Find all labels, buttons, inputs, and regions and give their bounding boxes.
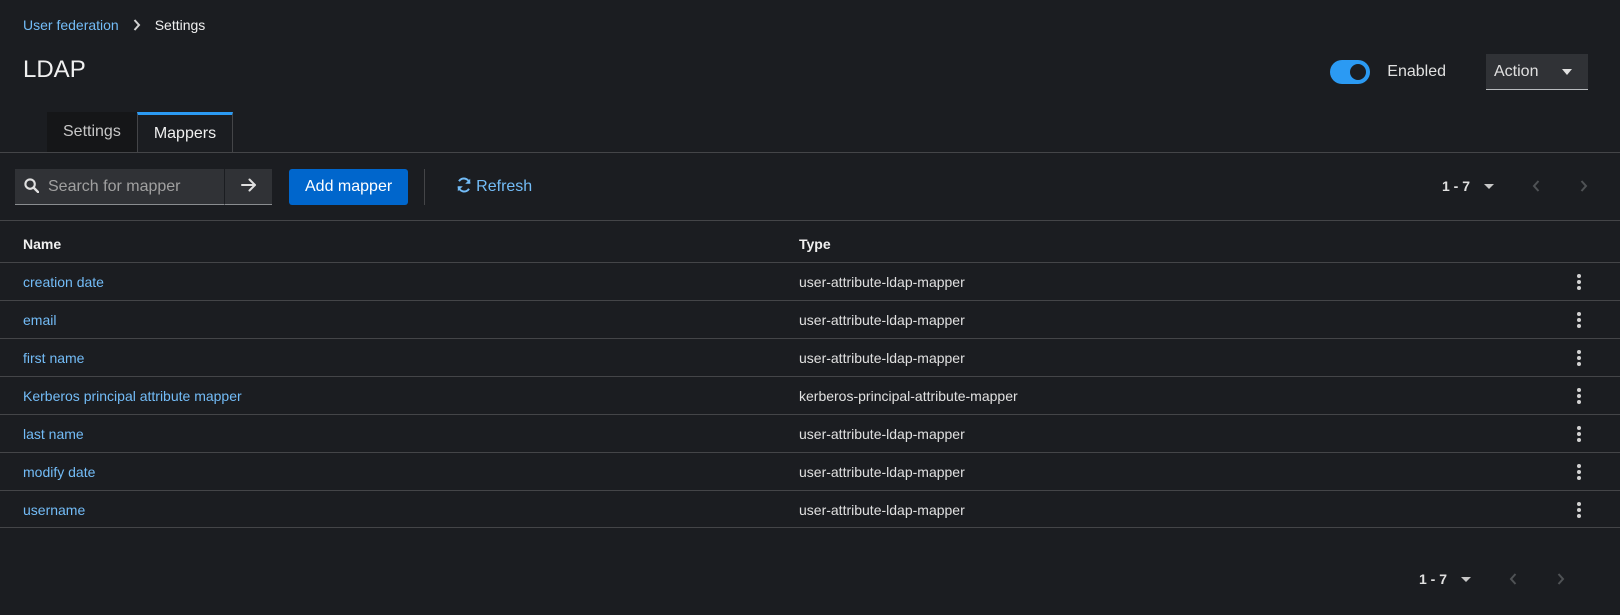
breadcrumb-user-federation-link[interactable]: User federation	[23, 17, 119, 33]
search-box[interactable]	[15, 169, 224, 205]
angle-left-icon[interactable]	[1509, 573, 1517, 585]
mapper-type: user-attribute-ldap-mapper	[799, 274, 965, 290]
breadcrumb: User federation Settings	[23, 17, 205, 33]
action-label: Action	[1494, 62, 1539, 80]
page-title: LDAP	[23, 56, 86, 83]
table-row: first name user-attribute-ldap-mapper	[0, 338, 1620, 376]
mapper-name-link[interactable]: modify date	[23, 464, 95, 480]
search-group	[15, 169, 272, 205]
arrow-right-icon	[240, 178, 257, 195]
pagination-range[interactable]: 1 - 7	[1419, 571, 1447, 587]
mapper-name-link[interactable]: creation date	[23, 274, 104, 290]
mapper-name-link[interactable]: Kerberos principal attribute mapper	[23, 388, 242, 404]
mapper-type: user-attribute-ldap-mapper	[799, 502, 965, 518]
search-icon	[24, 177, 40, 196]
tabs-divider	[0, 152, 1620, 153]
table-top-divider	[0, 220, 1620, 221]
mapper-type: user-attribute-ldap-mapper	[799, 350, 965, 366]
search-submit-button[interactable]	[224, 169, 272, 205]
refresh-label: Refresh	[476, 178, 533, 195]
chevron-right-icon	[133, 19, 141, 31]
kebab-icon[interactable]	[1575, 462, 1583, 482]
angle-left-icon[interactable]	[1532, 180, 1540, 192]
table-row: email user-attribute-ldap-mapper	[0, 300, 1620, 338]
pagination-bottom: 1 - 7	[1419, 571, 1565, 587]
toggle-knob	[1350, 64, 1367, 80]
tab-mappers[interactable]: Mappers	[136, 112, 234, 152]
caret-down-icon[interactable]	[1461, 576, 1471, 582]
action-dropdown-button[interactable]: Action	[1486, 54, 1588, 90]
angle-right-icon[interactable]	[1557, 573, 1565, 585]
mapper-type: kerberos-principal-attribute-mapper	[799, 388, 1018, 404]
breadcrumb-current: Settings	[154, 17, 206, 33]
kebab-icon[interactable]	[1575, 424, 1583, 444]
search-input[interactable]	[48, 177, 218, 196]
table-row: modify date user-attribute-ldap-mapper	[0, 452, 1620, 490]
column-header-type: Type	[799, 236, 831, 252]
pagination-range[interactable]: 1 - 7	[1442, 178, 1470, 194]
table-row: last name user-attribute-ldap-mapper	[0, 414, 1620, 452]
mappers-table-body: creation date user-attribute-ldap-mapper…	[0, 262, 1620, 528]
toggle-track[interactable]	[1330, 60, 1371, 84]
mapper-type: user-attribute-ldap-mapper	[799, 312, 965, 328]
table-row: Kerberos principal attribute mapper kerb…	[0, 376, 1620, 414]
refresh-button[interactable]: Refresh	[456, 177, 532, 198]
tab-settings[interactable]: Settings	[47, 112, 137, 152]
column-header-name[interactable]: Name	[23, 236, 61, 252]
mapper-name-link[interactable]: email	[23, 312, 56, 328]
mapper-name-link[interactable]: first name	[23, 350, 84, 366]
toolbar-divider	[424, 169, 426, 205]
angle-right-icon[interactable]	[1580, 180, 1588, 192]
mapper-type: user-attribute-ldap-mapper	[799, 426, 965, 442]
kebab-icon[interactable]	[1575, 500, 1583, 520]
table-row: creation date user-attribute-ldap-mapper	[0, 262, 1620, 300]
sync-icon	[456, 177, 472, 198]
enabled-label: Enabled	[1387, 63, 1446, 80]
kebab-icon[interactable]	[1575, 310, 1583, 330]
pagination-top: 1 - 7	[1442, 178, 1588, 194]
mapper-name-link[interactable]: last name	[23, 426, 84, 442]
mapper-name-link[interactable]: username	[23, 502, 85, 518]
kebab-icon[interactable]	[1575, 348, 1583, 368]
caret-down-icon[interactable]	[1484, 183, 1494, 189]
table-row: username user-attribute-ldap-mapper	[0, 490, 1620, 528]
add-mapper-button[interactable]: Add mapper	[289, 169, 409, 205]
enabled-toggle[interactable]: Enabled	[1330, 60, 1446, 84]
caret-down-icon	[1562, 68, 1572, 75]
kebab-icon[interactable]	[1575, 272, 1583, 292]
tab-bar: Settings Mappers	[47, 112, 234, 152]
kebab-icon[interactable]	[1575, 386, 1583, 406]
header-actions: Enabled Action	[1330, 54, 1588, 90]
mapper-type: user-attribute-ldap-mapper	[799, 464, 965, 480]
toolbar: Add mapper Refresh	[15, 169, 1620, 205]
